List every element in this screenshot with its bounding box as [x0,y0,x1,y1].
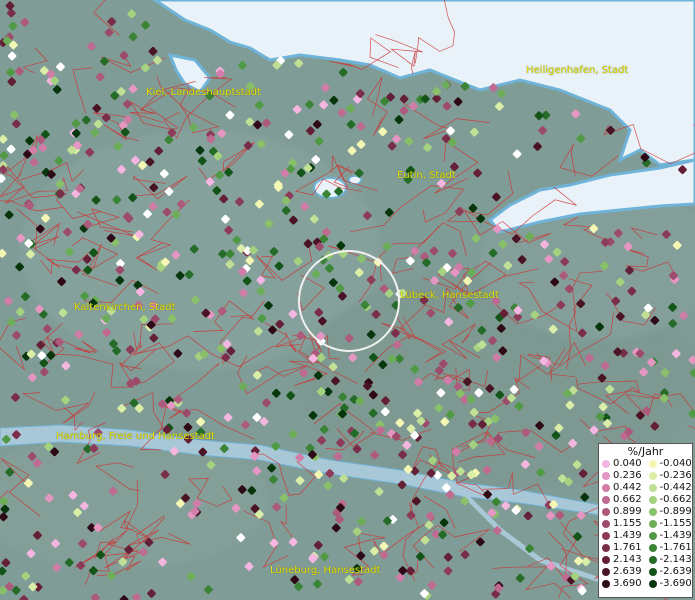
legend-row: 2.143 -2.143 [599,554,692,566]
legend-entry: 1.155 [599,518,646,530]
legend-entry: -3.690 [646,578,693,590]
legend-entry: 0.236 [599,470,646,482]
legend-swatch [602,568,610,576]
legend-value: 2.143 [613,554,642,565]
place-label-heiligenhafen: Heiligenhafen, Stadt [526,65,629,76]
legend-entry: 2.639 [599,566,646,578]
legend-value: -0.040 [659,458,692,469]
legend-value: -3.690 [659,578,692,589]
legend-value: 0.236 [613,470,642,481]
legend-swatch [602,484,610,492]
legend-entry: 3.690 [599,578,646,590]
legend-swatch [648,580,657,588]
place-label-hamburg: Hamburg, Freie und Hansestadt [56,431,215,442]
legend-row: 1.439 -1.439 [599,530,692,542]
place-label-eutin: Eutin, Stadt [397,170,456,181]
legend-value: -0.236 [659,470,692,481]
legend-value: -1.439 [659,530,692,541]
legend-swatch [602,472,610,480]
place-label-luebeck: Lübeck, Hansestadt [400,290,499,301]
legend-entry: 1.761 [599,542,646,554]
legend-swatch [602,580,610,588]
legend-swatch [602,460,610,468]
legend-row: 0.040 -0.040 [599,458,692,470]
legend-row: 0.236 -0.236 [599,470,692,482]
legend-swatch [648,472,657,480]
legend-swatch [648,532,657,540]
map-canvas[interactable] [0,0,695,600]
legend-value: 0.662 [613,494,642,505]
legend-value: 2.639 [613,566,642,577]
place-label-kaltenkirchen: Kaltenkirchen, Stadt [74,302,176,313]
legend-swatch [602,508,610,516]
legend-swatch [648,460,657,468]
legend-entry: -0.899 [646,506,693,518]
legend-value: -2.639 [659,566,692,577]
legend-swatch [602,496,610,504]
legend-swatch [648,520,657,528]
legend-value: 3.690 [613,578,642,589]
legend-value: -1.155 [659,518,692,529]
legend-swatch [648,568,657,576]
legend-swatch [602,532,610,540]
legend-row: 2.639 -2.639 [599,566,692,578]
legend-value: -0.442 [659,482,692,493]
legend-entry: -1.155 [646,518,693,530]
map-legend: %/Jahr 0.040 -0.040 0.236 -0.236 0.442 -0.442… [598,443,693,598]
legend-value: 0.442 [613,482,642,493]
legend-swatch [602,520,610,528]
legend-entry: -1.439 [646,530,693,542]
legend-swatch [648,544,657,552]
legend-swatch [602,544,610,552]
legend-entry: -0.662 [646,494,693,506]
legend-swatch [648,556,657,564]
legend-entry: 0.442 [599,482,646,494]
legend-entry: 1.439 [599,530,646,542]
place-label-lueneburg: Lüneburg, Hansestadt [270,565,381,576]
map-view[interactable]: Kiel, Landeshauptstadt Heiligenhafen, St… [0,0,695,600]
legend-entry: -2.143 [646,554,693,566]
legend-value: 0.899 [613,506,642,517]
legend-entry: 0.899 [599,506,646,518]
legend-value: -0.662 [659,494,692,505]
legend-value: -1.761 [659,542,692,553]
legend-entry: -2.639 [646,566,693,578]
legend-row: 0.442 -0.442 [599,482,692,494]
legend-value: 1.439 [613,530,642,541]
legend-row: 1.155 -1.155 [599,518,692,530]
legend-entry: -0.040 [646,458,693,470]
legend-rows: 0.040 -0.040 0.236 -0.236 0.442 -0.442 0.662 -0… [599,458,692,590]
legend-title: %/Jahr [627,445,664,458]
legend-entry: 2.143 [599,554,646,566]
legend-entry: 0.662 [599,494,646,506]
legend-entry: -0.442 [646,482,693,494]
legend-row: 1.761 -1.761 [599,542,692,554]
legend-row: 3.690 -3.690 [599,578,692,590]
legend-value: 1.761 [613,542,642,553]
legend-value: 0.040 [613,458,642,469]
legend-swatch [648,508,657,516]
legend-entry: -0.236 [646,470,693,482]
legend-row: 0.899 -0.899 [599,506,692,518]
legend-value: 1.155 [613,518,642,529]
legend-entry: 0.040 [599,458,646,470]
legend-swatch [602,556,610,564]
legend-swatch [648,496,657,504]
legend-value: -0.899 [659,506,692,517]
legend-value: -2.143 [659,554,692,565]
legend-swatch [648,484,657,492]
legend-row: 0.662 -0.662 [599,494,692,506]
place-label-kiel: Kiel, Landeshauptstadt [146,87,261,98]
legend-entry: -1.761 [646,542,693,554]
